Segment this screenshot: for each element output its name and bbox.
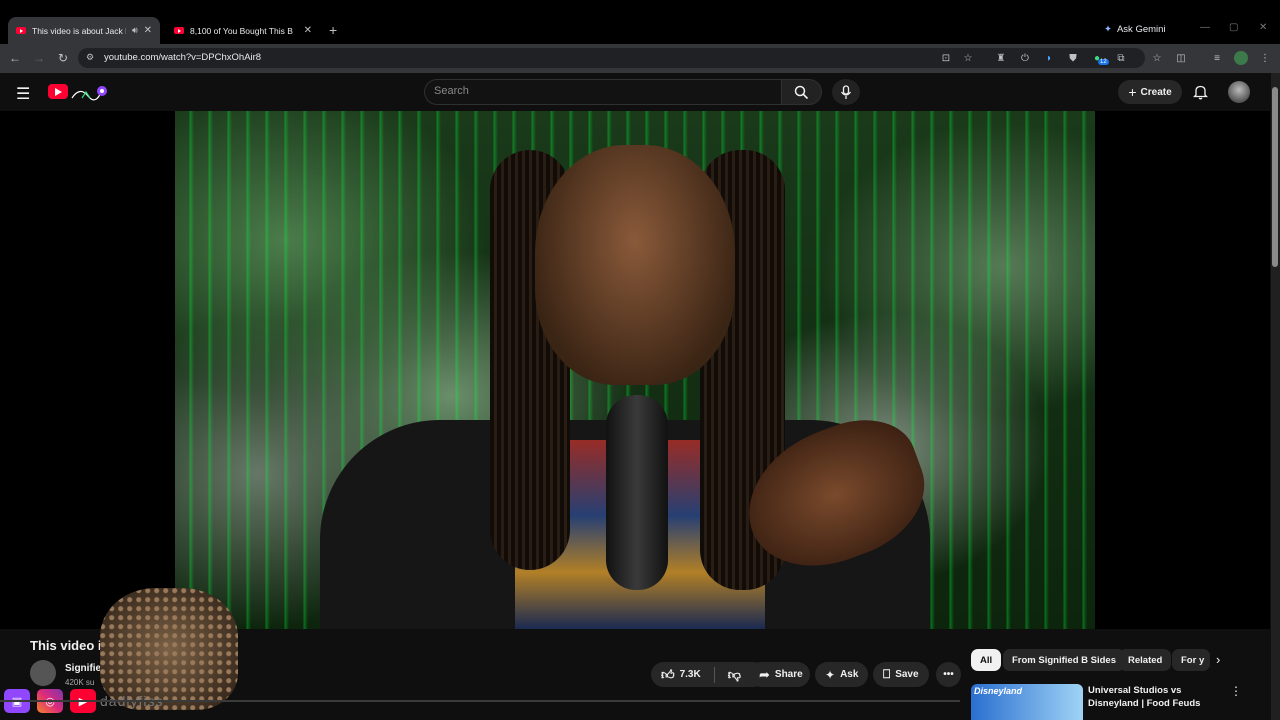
site-settings-icon[interactable]: ⚙ [86,52,94,63]
gemini-sparkle-icon: ✦ [1104,23,1112,35]
save-label: Save [895,669,919,680]
ask-button[interactable]: ✦ Ask [815,662,868,687]
thumbs-down-icon[interactable]: 👎︎ [728,667,741,683]
bookmarks-icon[interactable]: ☆ [1150,51,1164,65]
chip-all[interactable]: All [971,649,1002,671]
hamburger-menu-icon[interactable]: ☰ [16,84,30,104]
streamer-overlay-graphic [100,588,238,710]
subscriber-count: 420K su [65,678,95,687]
recommendation-thumbnail-text: Disneyland [974,686,1023,696]
extensions-puzzle-icon[interactable]: ⧉ [1114,51,1128,65]
voice-search-button[interactable] [832,79,860,105]
video-microphone [606,395,668,590]
share-arrow-icon: ➦ [759,666,770,682]
extension-sound-icon[interactable]: ◗ [1042,51,1056,65]
search-icon [794,85,809,99]
profile-avatar-icon[interactable] [1234,51,1248,65]
create-button[interactable]: + Create [1118,80,1182,104]
browser-menu-icon[interactable]: ⋮ [1258,51,1272,65]
plus-icon: + [1128,84,1137,100]
video-progress-bar[interactable] [0,700,960,702]
search-placeholder: Search [434,85,469,97]
minimize-icon[interactable]: — [1200,22,1210,33]
chip-from-channel[interactable]: From Signified B Sides [1003,649,1125,671]
search-button[interactable] [781,79,822,105]
search-input[interactable] [424,79,781,105]
ask-gemini-button[interactable]: ✦ Ask Gemini [1104,20,1166,38]
like-divider [713,666,715,683]
install-app-icon[interactable]: ⊡ [939,51,953,65]
account-avatar[interactable] [1228,81,1250,103]
more-horizontal-icon: ••• [943,669,954,680]
like-button[interactable]: 👍︎ 7.3K [661,667,701,683]
tab-title: This video is about Jack Ha [32,25,126,36]
extension-badge-count: 12 [1098,59,1109,65]
close-tab-icon[interactable]: ✕ [144,25,152,36]
recommendation-menu-icon[interactable]: ⋮ [1230,684,1242,698]
video-person-head [535,145,735,385]
notifications-bell-icon[interactable] [1192,84,1209,105]
side-panel-icon[interactable]: ◫ [1174,51,1188,65]
like-count: 7.3K [679,669,701,680]
sparkle-icon: ✦ [825,667,836,682]
chip-related[interactable]: Related [1119,649,1172,671]
bookmark-star-icon[interactable]: ☆ [961,51,975,65]
save-button[interactable]: ⎕ Save [873,662,929,687]
share-label: Share [774,669,803,680]
extension-power-icon[interactable]: ⏻ [1018,51,1032,65]
recommendation-title[interactable]: Universal Studios vs Disneyland | Food F… [1088,684,1228,710]
bookmark-icon: ⎕ [883,667,891,681]
channel-name[interactable]: Signifie [65,663,101,674]
youtube-favicon-icon [16,27,26,34]
back-icon[interactable]: ← [7,50,23,66]
channel-avatar[interactable] [30,660,56,686]
url-text[interactable]: youtube.com/watch?v=DPChxOhAir8 [104,52,261,63]
chevron-right-icon[interactable]: › [1216,652,1220,667]
more-actions-button[interactable]: ••• [936,662,961,687]
scrollbar-thumb[interactable] [1272,87,1278,267]
ask-label: Ask [840,669,859,680]
youtube-logo-icon[interactable] [48,84,68,99]
share-button[interactable]: ➦ Share [749,662,810,687]
tab-title: 8,100 of You Bought This B [190,25,293,36]
thumbs-up-icon: 👍︎ [661,666,675,682]
extension-castle-icon[interactable]: ♜ [994,51,1008,65]
reload-icon[interactable]: ↻ [55,50,71,66]
create-label: Create [1140,86,1172,98]
speaker-icon[interactable]: 🔊︎ [132,25,138,36]
browser-tab[interactable]: 8,100 of You Bought This B ✕ [166,17,320,44]
chip-for-you[interactable]: For y [1172,649,1210,671]
forward-icon[interactable]: → [31,50,47,66]
microphone-icon [840,84,852,99]
tab-search-icon[interactable]: ≡ [1210,51,1224,65]
youtube-doodle-logo-icon[interactable] [70,84,108,101]
ask-gemini-label: Ask Gemini [1116,23,1166,35]
youtube-favicon-icon [174,27,184,34]
new-tab-button[interactable]: + [329,22,337,38]
close-window-icon[interactable]: ✕ [1259,22,1267,33]
browser-tab-active[interactable]: This video is about Jack Ha 🔊︎ ✕ [8,17,160,44]
video-title: This video i [30,638,102,653]
maximize-icon[interactable]: ▢ [1229,22,1238,33]
extension-shield-icon[interactable]: ⛊ [1066,51,1080,65]
close-tab-icon[interactable]: ✕ [304,25,312,36]
